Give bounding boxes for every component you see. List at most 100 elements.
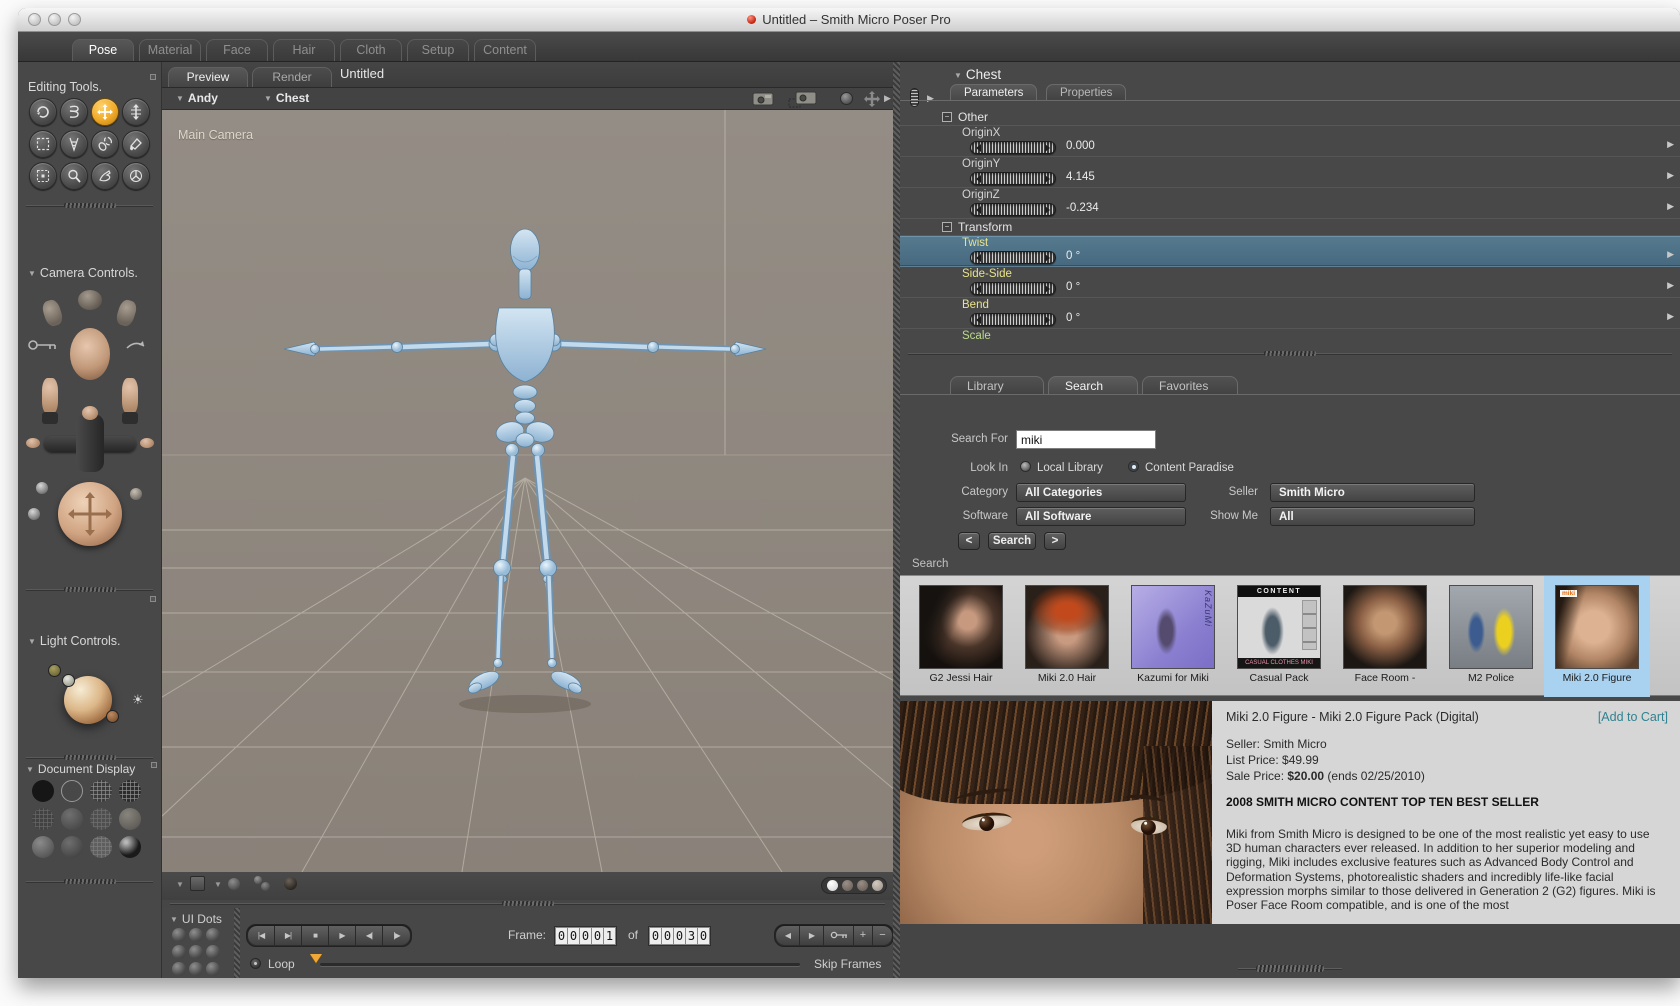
param-menu-arrow[interactable]: ▶ <box>1667 170 1674 181</box>
display-silhouette-button[interactable] <box>32 780 54 802</box>
ui-dot-7[interactable] <box>172 962 186 976</box>
total-frames-counter[interactable]: 00030 <box>648 926 711 946</box>
mannequin-figure[interactable] <box>283 228 767 713</box>
dolly-cross-vertical[interactable] <box>76 414 104 472</box>
face-camera-icon[interactable] <box>70 328 110 380</box>
tab-material[interactable]: Material <box>139 39 201 61</box>
category-dropdown[interactable]: All Categories <box>1016 483 1186 502</box>
style-dark-sphere-icon[interactable] <box>284 877 297 890</box>
tab-content[interactable]: Content <box>474 39 536 61</box>
display-smooth-lined-button[interactable] <box>61 836 83 858</box>
delete-keyframe-button[interactable]: − <box>873 926 892 945</box>
key-icon[interactable] <box>26 338 60 352</box>
ui-dot-9[interactable] <box>206 962 220 976</box>
stop-button[interactable]: ■ <box>302 926 329 945</box>
display-flat-lined-button[interactable] <box>90 808 112 830</box>
add-keyframe-button[interactable]: + <box>854 926 873 945</box>
panel-divider-grip[interactable] <box>18 202 161 209</box>
camera-icon[interactable] <box>752 91 774 106</box>
prev-page-button[interactable]: < <box>958 532 980 550</box>
style-dot-active[interactable] <box>827 880 838 891</box>
timeline-track[interactable] <box>320 963 800 966</box>
ui-dot-6[interactable] <box>206 945 220 959</box>
display-smooth-shaded-button[interactable] <box>32 836 54 858</box>
radio-content-paradise-label[interactable]: Content Paradise <box>1145 462 1234 474</box>
left-hand-icon[interactable] <box>42 378 58 414</box>
style-dot[interactable] <box>872 880 883 891</box>
side-side-dial[interactable] <box>970 282 1056 295</box>
left-hand-camera-icon[interactable] <box>40 298 65 328</box>
group-transform[interactable]: − Transform <box>900 219 1680 236</box>
flyaround-camera-icon[interactable] <box>78 290 102 310</box>
ui-dot-8[interactable] <box>189 962 203 976</box>
display-hidden-line-button[interactable] <box>119 780 141 802</box>
panel-expand-arrow-icon[interactable]: ▶ <box>884 93 891 104</box>
next-page-button[interactable]: > <box>1044 532 1066 550</box>
radio-content-paradise[interactable] <box>1128 461 1139 472</box>
result-item[interactable]: G2 Jessi Hair <box>908 576 1014 697</box>
param-menu-arrow[interactable]: ▶ <box>1667 311 1674 322</box>
display-wireframe-button[interactable] <box>90 780 112 802</box>
skip-frames-label[interactable]: Skip Frames <box>814 957 881 971</box>
seller-dropdown[interactable]: Smith Micro <box>1270 483 1475 502</box>
timeline-divider-grip[interactable] <box>162 900 893 907</box>
light-dot-3[interactable] <box>106 710 119 723</box>
light-dot-2[interactable] <box>62 674 75 687</box>
right-hand-camera-icon[interactable] <box>114 298 139 328</box>
next-frame-button[interactable]: |▶ <box>383 926 410 945</box>
radio-local-library[interactable] <box>1020 461 1031 472</box>
timeline-scrubber[interactable] <box>310 954 322 963</box>
search-input[interactable] <box>1016 430 1156 449</box>
tab-library[interactable]: Library <box>950 376 1044 395</box>
ui-dot-5[interactable] <box>189 945 203 959</box>
rotate-arrow-icon[interactable] <box>124 338 148 352</box>
actor-menu[interactable]: ▼ Chest <box>264 91 309 105</box>
param-menu-arrow[interactable]: ▶ <box>1667 249 1674 260</box>
result-item[interactable]: Face Room - <box>1332 576 1438 697</box>
current-frame-counter[interactable]: 00001 <box>554 926 617 946</box>
ui-dot-4[interactable] <box>172 945 186 959</box>
shadow-toggle-button[interactable] <box>190 876 205 891</box>
style-dot[interactable] <box>842 880 853 891</box>
figure-menu[interactable]: ▼ Andy <box>176 91 218 105</box>
style-dropdown-icon[interactable]: ▼ <box>214 880 222 889</box>
color-tool-button[interactable] <box>122 130 150 158</box>
display-render-style-button[interactable] <box>119 836 141 858</box>
library-divider-grip[interactable] <box>900 350 1680 357</box>
translate-inout-tool-button[interactable] <box>122 98 150 126</box>
search-button[interactable]: Search <box>988 532 1036 550</box>
scale-tool-button[interactable] <box>29 130 57 158</box>
display-cartoon-button[interactable] <box>119 808 141 830</box>
taper-tool-button[interactable] <box>60 130 88 158</box>
tab-properties[interactable]: Properties <box>1046 84 1127 101</box>
sphere-rotate-icon[interactable] <box>840 92 853 105</box>
tab-parameters[interactable]: Parameters <box>950 84 1038 101</box>
camera-select-icon[interactable] <box>788 91 818 108</box>
originx-dial[interactable] <box>970 141 1056 154</box>
tab-render[interactable]: Render <box>252 67 332 87</box>
add-to-cart-link[interactable]: [Add to Cart] <box>1598 710 1668 724</box>
group-other[interactable]: − Other <box>900 109 1680 126</box>
collapse-triangle-icon[interactable]: ▼ <box>26 765 34 774</box>
panel-splitter[interactable] <box>893 62 900 978</box>
style-dot[interactable] <box>857 880 868 891</box>
right-hand-icon[interactable] <box>122 378 138 414</box>
tab-face[interactable]: Face <box>206 39 268 61</box>
result-item-selected[interactable]: miki Miki 2.0 Figure <box>1544 576 1650 697</box>
ui-dot-2[interactable] <box>189 928 203 942</box>
translate-pull-tool-button[interactable] <box>91 98 119 126</box>
tab-pose[interactable]: Pose <box>72 39 134 61</box>
ui-dot-3[interactable] <box>206 928 220 942</box>
move-cross-icon[interactable] <box>864 91 880 107</box>
edit-keyframes-button[interactable] <box>824 926 854 945</box>
style-sphere-icon[interactable] <box>228 878 240 890</box>
direct-manipulation-tool-button[interactable] <box>122 162 150 190</box>
result-item[interactable]: M2 Police <box>1438 576 1544 697</box>
depth-cue-dropdown-icon[interactable]: ▼ <box>176 880 184 889</box>
result-item[interactable]: CONTENT CASUAL CLOTHES MIKI Casual Pack <box>1226 576 1332 697</box>
panel-divider-grip[interactable] <box>18 754 161 761</box>
twist-tool-button[interactable] <box>60 98 88 126</box>
originy-dial[interactable] <box>970 172 1056 185</box>
selected-actor-header[interactable]: ▼ Chest <box>954 67 1001 82</box>
panel-divider-grip[interactable] <box>18 878 161 885</box>
